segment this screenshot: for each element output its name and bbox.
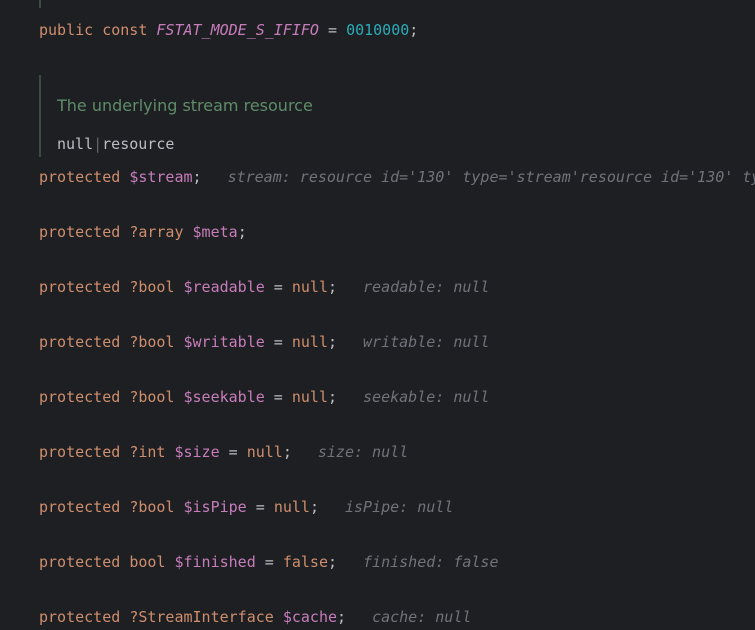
indent-guide [39,0,41,8]
statement-terminator: ; [328,278,338,296]
constant-value: 0010000 [346,21,410,39]
property-modifier: protected [39,553,121,571]
property-default: null [291,333,328,351]
property-type: ?int [129,443,166,461]
property-name: $finished [174,553,256,571]
property-type: bool [129,553,166,571]
property-modifier: protected [39,608,121,626]
doc-description: The underlying stream resource [57,96,313,115]
assignment-operator: = [318,21,347,39]
property-declaration[interactable]: protected ?bool $readable = null; readabl… [39,277,489,297]
statement-terminator: ; [282,443,292,461]
property-declaration[interactable]: protected ?bool $isPipe = null; isPipe: n… [39,497,453,517]
property-modifier: protected [39,388,121,406]
doc-type-annotation: null|resource [57,135,174,153]
modifier-keyword: public [39,21,94,39]
property-declaration[interactable]: protected ?bool $writable = null; writabl… [39,332,489,352]
property-modifier: protected [39,498,121,516]
property-type: ?bool [129,388,175,406]
property-default: null [291,278,328,296]
constant-declaration[interactable]: public const FSTAT_MODE_S_IFIFO = 001000… [39,20,418,40]
code-editor[interactable]: public const FSTAT_MODE_S_IFIFO = 001000… [0,0,755,630]
property-declaration[interactable]: protected $stream; stream: resource id='1… [39,167,755,187]
property-modifier: protected [39,223,121,241]
property-type: ?bool [129,278,175,296]
inlay-value-hint: finished: false [363,553,499,571]
inlay-value-hint: isPipe: null [344,498,454,516]
statement-terminator: ; [309,498,319,516]
property-name: $isPipe [183,498,247,516]
doc-comment-block: The underlying stream resource null|reso… [39,75,681,157]
property-default: null [246,443,283,461]
property-default: false [282,553,328,571]
property-type: ?StreamInterface [129,608,274,626]
statement-terminator: ; [337,608,347,626]
inlay-value-hint: seekable: null [363,388,490,406]
property-declaration[interactable]: protected ?int $size = null; size: null [39,442,408,462]
property-name: $seekable [183,388,265,406]
property-name: $size [174,443,220,461]
inlay-value-hint: writable: null [363,333,490,351]
statement-terminator: ; [409,21,419,39]
inlay-value-hint: size: null [317,443,409,461]
property-name: $readable [183,278,265,296]
property-name: $writable [183,333,265,351]
property-declaration[interactable]: protected ?StreamInterface $cache; cache:… [39,607,471,627]
property-default: null [273,498,310,516]
property-declaration[interactable]: protected ?array $meta; [39,222,247,242]
inlay-value-hint: readable: null [363,278,490,296]
property-declaration[interactable]: protected bool $finished = false; finishe… [39,552,499,572]
property-modifier: protected [39,333,121,351]
property-modifier: protected [39,443,121,461]
inlay-value-hint: cache: null [372,608,472,626]
property-type: ?array [129,223,184,241]
property-default: null [291,388,328,406]
property-type: ?bool [129,333,175,351]
statement-terminator: ; [328,388,338,406]
property-type: ?bool [129,498,175,516]
property-name: $meta [192,223,238,241]
inlay-value-hint: stream: resource id='130' type='stream'r… [227,168,755,186]
property-declaration[interactable]: protected ?bool $seekable = null; seekabl… [39,387,489,407]
doc-type-null: null [57,135,94,153]
property-modifier: protected [39,168,121,186]
doc-type-separator: | [93,135,103,153]
property-name: $stream [129,168,193,186]
statement-terminator: ; [328,553,338,571]
statement-terminator: ; [328,333,338,351]
doc-type-resource: resource [102,135,175,153]
const-keyword: const [102,21,148,39]
statement-terminator: ; [192,168,202,186]
property-name: $cache [282,608,338,626]
statement-terminator: ; [237,223,247,241]
property-modifier: protected [39,278,121,296]
constant-name: FSTAT_MODE_S_IFIFO [156,21,319,39]
